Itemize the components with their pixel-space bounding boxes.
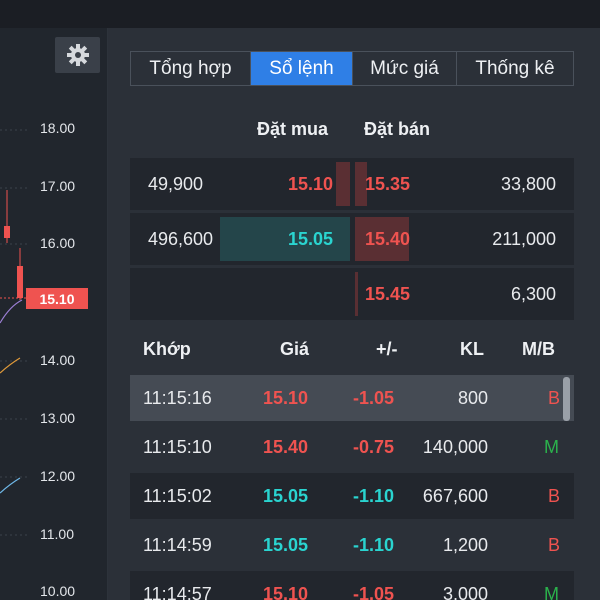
sell-price[interactable]: 15.35: [365, 174, 410, 195]
y-tick: 17.00: [40, 178, 76, 194]
trade-price: 15.10: [263, 388, 309, 408]
gear-icon: [66, 44, 89, 66]
scrollbar-thumb[interactable]: [563, 377, 570, 421]
top-bar: [0, 0, 600, 28]
ma-line: [0, 299, 23, 324]
trade-price: 15.05: [263, 535, 309, 555]
ma-line: [0, 477, 21, 494]
sell-price[interactable]: 15.45: [365, 284, 410, 305]
sell-price[interactable]: 15.40: [365, 229, 410, 250]
trade-side: B: [548, 388, 561, 408]
orderbook-row: 15.45 6,300: [130, 268, 574, 320]
y-tick: 14.00: [40, 352, 76, 368]
buy-depth-bar: [336, 162, 350, 206]
tab-so-lenh[interactable]: Sổ lệnh: [251, 52, 353, 85]
trading-screen: 18.00 17.00 16.00 14.00 13.00 12.00 11.0…: [0, 0, 600, 600]
trade-side: B: [548, 535, 561, 555]
sell-volume: 211,000: [492, 229, 556, 249]
y-tick: 18.00: [40, 120, 76, 136]
tab-thong-ke[interactable]: Thống kê: [457, 52, 573, 85]
y-tick: 10.00: [40, 583, 76, 599]
trade-side: B: [548, 486, 561, 506]
buy-price[interactable]: 15.05: [288, 229, 333, 250]
y-tick: 16.00: [40, 235, 76, 251]
candle-body: [17, 266, 23, 298]
trade-volume: 800: [457, 388, 488, 408]
sell-header: Đặt bán: [364, 119, 431, 139]
trade-row[interactable]: 11:14:59 15.05 -1.10 1,200 B: [130, 522, 574, 568]
trade-change: -0.75: [353, 437, 395, 457]
ma-line: [0, 357, 21, 374]
chart-canvas: [0, 129, 30, 536]
price-chart[interactable]: 18.00 17.00 16.00 14.00 13.00 12.00 11.0…: [0, 28, 108, 600]
trade-price: 15.05: [263, 486, 309, 506]
trade-row[interactable]: 11:15:02 15.05 -1.10 667,600 B: [130, 473, 574, 519]
trades-header-side: M/B: [522, 339, 555, 359]
y-tick: 12.00: [40, 468, 76, 484]
orderbook-row: 49,900 15.10 15.35 33,800: [130, 158, 574, 210]
tab-bar: Tổng hợp Sổ lệnh Mức giá Thống kê: [130, 51, 574, 86]
orderbook-row: 496,600 15.05 15.40 211,000: [130, 213, 574, 265]
settings-button[interactable]: [55, 37, 100, 73]
trade-change: -1.10: [353, 535, 395, 555]
y-tick: 11.00: [40, 526, 74, 542]
sell-volume: 6,300: [510, 284, 556, 304]
trade-row[interactable]: 11:15:16 15.10 -1.05 800 B: [130, 375, 574, 421]
trades-header-volume: KL: [460, 339, 484, 359]
buy-price[interactable]: 15.10: [288, 174, 333, 195]
buy-volume: 496,600: [148, 229, 214, 249]
trade-time: 11:14:57: [143, 584, 212, 600]
trade-change: -1.05: [353, 388, 395, 408]
trade-price: 15.10: [263, 584, 309, 600]
trade-row[interactable]: 11:15:10 15.40 -0.75 140,000 M: [130, 424, 574, 470]
sell-depth-bar: [355, 272, 358, 316]
sell-volume: 33,800: [500, 174, 556, 194]
trade-change: -1.05: [353, 584, 395, 600]
trade-time: 11:15:02: [143, 486, 212, 506]
trade-row[interactable]: 11:14:57 15.10 -1.05 3,000 M: [130, 571, 574, 600]
trade-price: 15.40: [263, 437, 309, 457]
tab-tong-hop[interactable]: Tổng hợp: [131, 52, 251, 85]
trades-header-time: Khớp: [143, 339, 191, 359]
trade-change: -1.10: [353, 486, 395, 506]
trade-side: M: [544, 437, 559, 457]
candle-body: [4, 226, 10, 238]
trade-volume: 1,200: [442, 535, 488, 555]
current-price-tag: 15.10: [26, 288, 88, 309]
y-tick: 13.00: [40, 410, 76, 426]
trades-header-price: Giá: [280, 339, 310, 359]
trade-time: 11:15:16: [143, 388, 212, 408]
trade-time: 11:14:59: [143, 535, 212, 555]
trade-volume: 667,600: [422, 486, 488, 506]
trades-header-change: +/-: [376, 339, 398, 359]
trade-side: M: [544, 584, 559, 600]
buy-volume: 49,900: [148, 174, 204, 194]
tab-muc-gia[interactable]: Mức giá: [353, 52, 457, 85]
trade-time: 11:15:10: [143, 437, 212, 457]
trade-volume: 3,000: [442, 584, 488, 600]
buy-header: Đặt mua: [257, 119, 329, 139]
trade-volume: 140,000: [422, 437, 488, 457]
